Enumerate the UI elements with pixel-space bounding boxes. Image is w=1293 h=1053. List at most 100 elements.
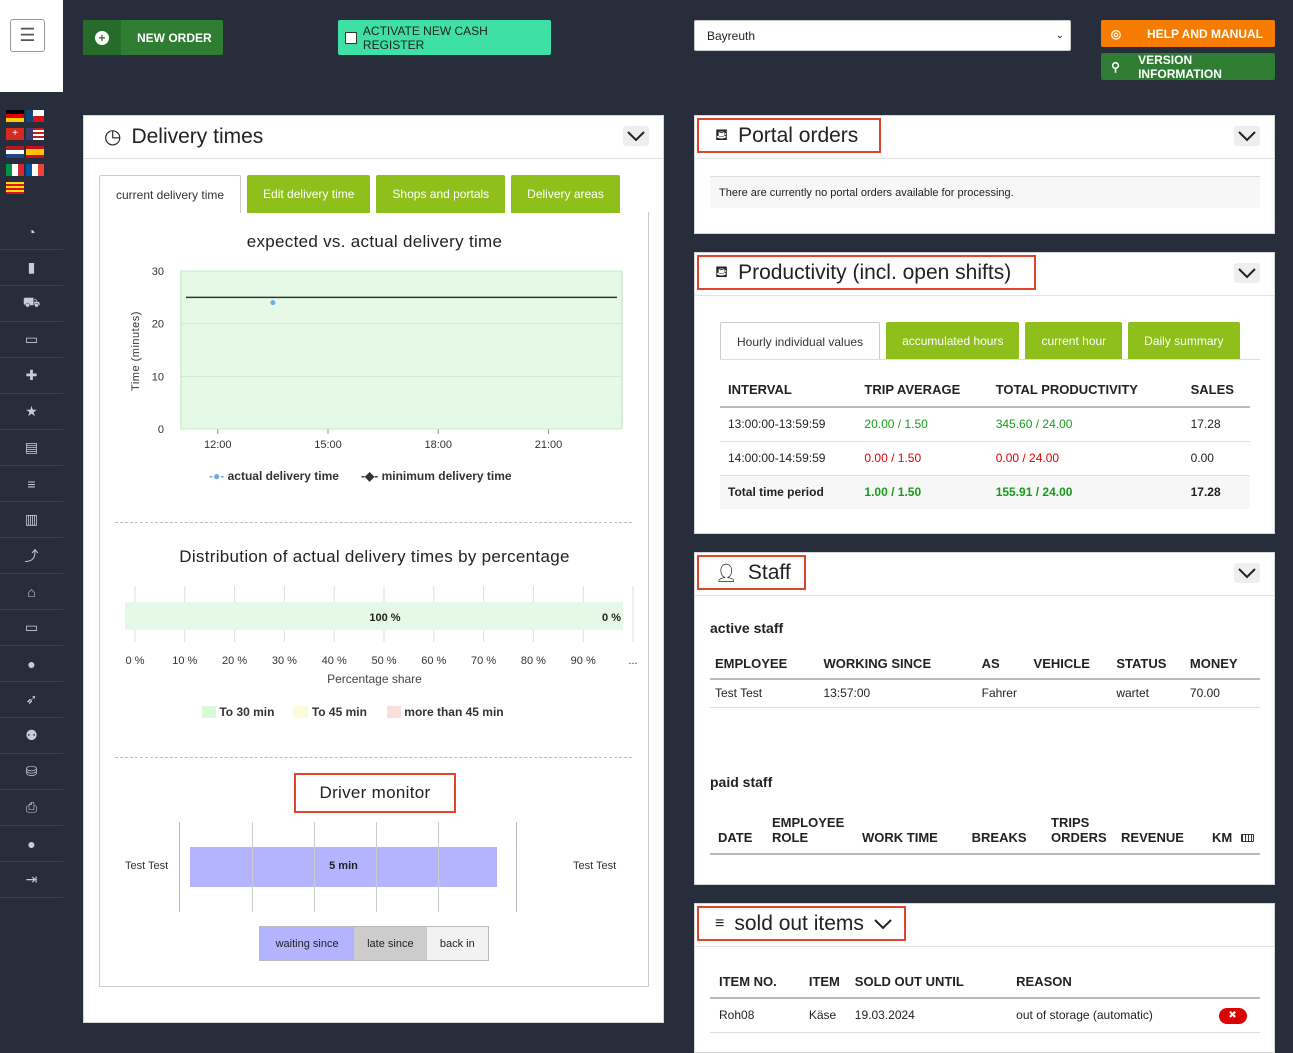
rocket-icon[interactable]: ➶	[0, 682, 63, 718]
tab-edit-delivery-time[interactable]: Edit delivery time	[247, 175, 371, 213]
user-icon[interactable]: ●	[0, 646, 63, 682]
late-since-button[interactable]: late since	[354, 927, 427, 960]
users-icon[interactable]: ⚉	[0, 718, 63, 754]
col-employee: EMPLOYEE	[715, 656, 788, 671]
book-icon[interactable]: ▥	[0, 502, 63, 538]
x-tick-label: 21:00	[535, 439, 563, 451]
collapse-button[interactable]	[1234, 263, 1260, 283]
statistics-icon[interactable]: ▮	[0, 250, 63, 286]
col-working-since: WORKING SINCE	[823, 656, 932, 671]
language-flags: +	[6, 110, 54, 200]
keyboard-icon[interactable]	[1241, 808, 1260, 854]
legend-30[interactable]: To 30 min	[202, 705, 274, 719]
monitor-icon[interactable]: ▭	[0, 322, 63, 358]
col-item-no: ITEM NO.	[719, 974, 777, 989]
user-icon: 👤︎	[715, 562, 738, 583]
x-tick-label: 10 %	[172, 655, 197, 667]
legend-more[interactable]: more than 45 min	[386, 705, 504, 719]
x-tick-label: 0 %	[126, 655, 145, 667]
flag-it-icon[interactable]	[6, 164, 24, 176]
driver-name-right: Test Test	[573, 860, 617, 872]
delivery-times-panel: ◷ Delivery times current delivery time Ed…	[83, 115, 664, 1023]
tab-current-hour[interactable]: current hour	[1025, 322, 1123, 360]
tab-accumulated[interactable]: accumulated hours	[886, 322, 1020, 360]
tab-delivery-areas[interactable]: Delivery areas	[511, 175, 620, 213]
archive-icon[interactable]: ▤	[0, 430, 63, 466]
collapse-button[interactable]	[623, 126, 649, 146]
panel-title: Staff	[747, 561, 791, 584]
col-date: DATE	[718, 830, 753, 845]
y-tick-label: 0	[158, 424, 164, 436]
active-staff-heading: active staff	[710, 620, 784, 636]
home-icon[interactable]: ⌂	[0, 574, 63, 610]
logout-icon[interactable]: ⇥	[0, 862, 63, 898]
distribution-title: Distribution of actual delivery times by…	[179, 547, 570, 566]
x-tick-label: 30 %	[272, 655, 297, 667]
new-order-label: NEW ORDER	[137, 30, 212, 45]
x-tick-label: 80 %	[521, 655, 546, 667]
sold-out-panel: ≡ sold out items ITEM NO. ITEM SOLD OUT U…	[694, 903, 1275, 1053]
x-axis-label: Percentage share	[327, 672, 422, 686]
legend-45[interactable]: To 45 min	[294, 705, 367, 719]
flag-us-icon[interactable]	[26, 128, 44, 140]
list-icon[interactable]: ≡	[0, 466, 63, 502]
tab-daily-summary[interactable]: Daily summary	[1128, 322, 1240, 360]
col-employee-role: EMPLOYEE ROLE	[772, 815, 845, 845]
tab-shops-portals[interactable]: Shops and portals	[376, 175, 506, 213]
x-tick-label: ...	[628, 655, 637, 667]
star-icon[interactable]: ★	[0, 394, 63, 430]
col-vehicle: VEHICLE	[1033, 656, 1090, 671]
printer-icon[interactable]: ⎙	[0, 790, 63, 826]
flag-cat-icon[interactable]	[6, 182, 24, 194]
legend-actual[interactable]: -●- actual delivery time	[209, 469, 339, 483]
col-trips-orders: TRIPS ORDERS	[1051, 815, 1107, 845]
database-icon[interactable]: ⛁	[0, 754, 63, 790]
table-row[interactable]: Test Test 13:57:00 Fahrer wartet 70.00	[710, 679, 1260, 707]
chevron-down-icon[interactable]	[874, 918, 892, 930]
location-value: Bayreuth	[707, 28, 756, 43]
back-in-button[interactable]: back in	[426, 927, 488, 960]
col-sold-out-until: SOLD OUT UNTIL	[854, 974, 964, 989]
add-user-icon[interactable]: ✚	[0, 358, 63, 394]
x-tick-label: 50 %	[371, 655, 396, 667]
flag-ch-icon[interactable]: +	[6, 128, 24, 140]
flag-fr-icon[interactable]	[26, 164, 44, 176]
table-row-total: Total time period 1.00 / 1.50 155.91 / 24.…	[720, 475, 1250, 509]
sidebar-nav: ◔ ▮ ⛟ ▭ ✚ ★ ▤ ≡ ▥ ⤴ ⌂ ▭ ● ➶ ⚉ ⛁ ⎙ ● ⇥	[0, 214, 63, 898]
flag-cz-icon[interactable]	[26, 110, 44, 122]
tab-current-delivery-time[interactable]: current delivery time	[99, 175, 242, 213]
flag-de-icon[interactable]	[6, 110, 24, 122]
cart-icon[interactable]: ⛟	[0, 286, 63, 322]
sold-out-table: ITEM NO. ITEM SOLD OUT UNTIL REASON Roh0…	[710, 966, 1260, 1033]
col-work-time: WORK TIME	[862, 830, 938, 845]
logo-area: ☰	[0, 0, 63, 92]
panel-title: Productivity (incl. open shifts)	[738, 261, 1012, 284]
x-tick-label: 40 %	[322, 655, 347, 667]
profile-icon[interactable]: ●	[0, 826, 63, 862]
productivity-panel: ⛾ Productivity (incl. open shifts) Hourly…	[694, 252, 1275, 534]
waiting-since-button[interactable]: waiting since	[260, 927, 355, 960]
dashboard-icon[interactable]: ◔	[0, 214, 63, 250]
legend-minimum[interactable]: -◆- minimum delivery time	[361, 469, 512, 483]
menu-toggle-button[interactable]: ☰	[10, 19, 45, 52]
clock-icon: ◷	[104, 126, 122, 148]
checkbox-icon[interactable]	[345, 31, 357, 44]
remove-icon[interactable]: ✖	[1218, 1007, 1247, 1024]
collapse-button[interactable]	[1234, 563, 1260, 583]
new-order-button[interactable]: + NEW ORDER	[83, 20, 223, 55]
chevron-down-icon: ⌄	[1055, 30, 1064, 41]
screen-icon[interactable]: ▭	[0, 610, 63, 646]
tab-hourly[interactable]: Hourly individual values	[720, 322, 881, 360]
collapse-button[interactable]	[1234, 126, 1260, 146]
flag-nl-icon[interactable]	[6, 146, 24, 158]
actual-delivery-point	[270, 300, 276, 306]
chart-icon[interactable]: ⤴	[0, 538, 63, 574]
delivery-time-chart: Time (minutes) 0 10 20 30 12:00 15:00 18:00 21…	[130, 266, 623, 451]
activate-register-button[interactable]: ACTIVATE NEW CASH REGISTER	[338, 20, 551, 55]
flag-es-icon[interactable]	[26, 146, 44, 158]
version-button[interactable]: ⚲ VERSION INFORMATION	[1101, 53, 1275, 81]
location-select[interactable]: Bayreuth ⌄	[694, 20, 1071, 51]
basket-icon: ⛾	[715, 264, 729, 281]
col-sales: SALES	[1190, 382, 1234, 397]
help-button[interactable]: ◎ HELP AND MANUAL	[1101, 20, 1275, 47]
